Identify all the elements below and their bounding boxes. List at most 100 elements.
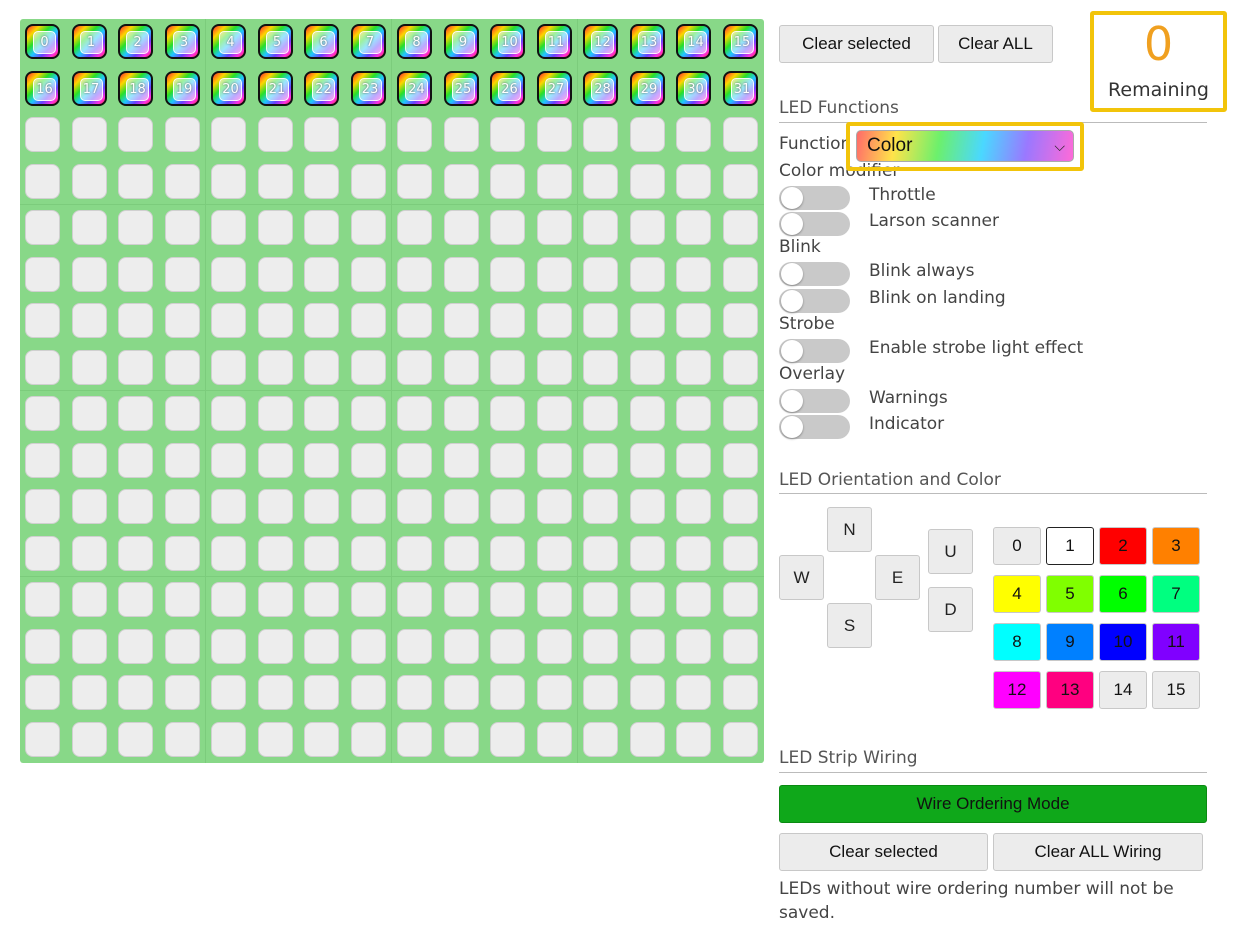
led[interactable] [397, 582, 432, 617]
led[interactable] [211, 535, 246, 571]
led[interactable] [350, 489, 386, 524]
function-select[interactable]: Color ⌵ [856, 130, 1074, 162]
led[interactable] [71, 489, 107, 524]
led[interactable] [304, 582, 339, 617]
led[interactable]: 16 [25, 70, 60, 106]
led[interactable] [397, 256, 432, 292]
clear-all-button[interactable]: Clear ALL [938, 25, 1053, 63]
led[interactable] [257, 117, 293, 152]
led[interactable] [118, 303, 153, 338]
led[interactable] [164, 489, 200, 524]
led[interactable] [676, 256, 711, 292]
led[interactable] [304, 489, 339, 524]
led[interactable]: 6 [304, 24, 339, 59]
clear-all-wiring-button[interactable]: Clear ALL Wiring [993, 833, 1203, 871]
led[interactable] [722, 582, 758, 617]
led[interactable] [118, 117, 153, 152]
led[interactable] [490, 489, 525, 524]
led[interactable] [397, 396, 432, 431]
led[interactable] [304, 349, 339, 385]
led[interactable] [443, 256, 479, 292]
led[interactable] [676, 163, 711, 199]
led[interactable] [676, 675, 711, 710]
led[interactable] [490, 535, 525, 571]
led[interactable] [583, 349, 618, 385]
led[interactable] [583, 628, 618, 664]
led[interactable]: 21 [257, 70, 293, 106]
led[interactable] [71, 628, 107, 664]
led[interactable] [397, 721, 432, 757]
led[interactable]: 25 [443, 70, 479, 106]
larson-scanner-toggle[interactable] [779, 212, 850, 236]
led[interactable]: 3 [164, 24, 200, 59]
direction-up-button[interactable]: U [928, 529, 973, 574]
led[interactable] [211, 396, 246, 431]
direction-down-button[interactable]: D [928, 587, 973, 632]
led[interactable]: 23 [350, 70, 386, 106]
led[interactable] [676, 349, 711, 385]
led[interactable] [443, 349, 479, 385]
led[interactable] [257, 349, 293, 385]
led[interactable] [397, 442, 432, 478]
led[interactable] [443, 303, 479, 338]
led[interactable] [583, 442, 618, 478]
led[interactable] [211, 349, 246, 385]
led[interactable] [211, 675, 246, 710]
led[interactable] [304, 721, 339, 757]
throttle-toggle[interactable] [779, 186, 850, 210]
led[interactable]: 20 [211, 70, 246, 106]
led[interactable] [350, 721, 386, 757]
led[interactable] [118, 582, 153, 617]
led[interactable] [257, 163, 293, 199]
led[interactable] [304, 117, 339, 152]
led[interactable] [583, 721, 618, 757]
color-swatch-14[interactable]: 14 [1099, 671, 1147, 709]
led[interactable] [257, 303, 293, 338]
led[interactable] [118, 396, 153, 431]
led[interactable]: 4 [211, 24, 246, 59]
led[interactable] [536, 210, 572, 245]
led[interactable] [722, 163, 758, 199]
led[interactable] [536, 303, 572, 338]
color-swatch-11[interactable]: 11 [1152, 623, 1200, 661]
led[interactable] [350, 582, 386, 617]
led[interactable] [164, 163, 200, 199]
led[interactable] [71, 675, 107, 710]
led[interactable] [397, 349, 432, 385]
led[interactable] [490, 163, 525, 199]
led[interactable] [722, 675, 758, 710]
led[interactable]: 5 [257, 24, 293, 59]
led[interactable] [490, 117, 525, 152]
led[interactable] [211, 628, 246, 664]
led[interactable] [722, 628, 758, 664]
led[interactable] [257, 628, 293, 664]
led[interactable] [304, 442, 339, 478]
led[interactable] [164, 675, 200, 710]
led[interactable] [164, 721, 200, 757]
led[interactable] [536, 117, 572, 152]
led[interactable] [211, 210, 246, 245]
led[interactable] [397, 675, 432, 710]
wire-ordering-mode-button[interactable]: Wire Ordering Mode [779, 785, 1207, 823]
led[interactable] [722, 117, 758, 152]
led[interactable] [536, 396, 572, 431]
led[interactable] [25, 628, 60, 664]
led[interactable] [25, 210, 60, 245]
led[interactable] [257, 535, 293, 571]
led[interactable] [25, 256, 60, 292]
led[interactable] [443, 582, 479, 617]
led[interactable] [676, 442, 711, 478]
color-swatch-4[interactable]: 4 [993, 575, 1041, 613]
led[interactable] [71, 535, 107, 571]
led[interactable] [443, 675, 479, 710]
led[interactable] [397, 163, 432, 199]
color-swatch-7[interactable]: 7 [1152, 575, 1200, 613]
led[interactable]: 12 [583, 24, 618, 59]
led[interactable] [629, 442, 665, 478]
led[interactable]: 0 [25, 24, 60, 59]
led[interactable]: 2 [118, 24, 153, 59]
led[interactable] [722, 303, 758, 338]
led[interactable] [257, 489, 293, 524]
direction-west-button[interactable]: W [779, 555, 824, 600]
led[interactable]: 7 [350, 24, 386, 59]
